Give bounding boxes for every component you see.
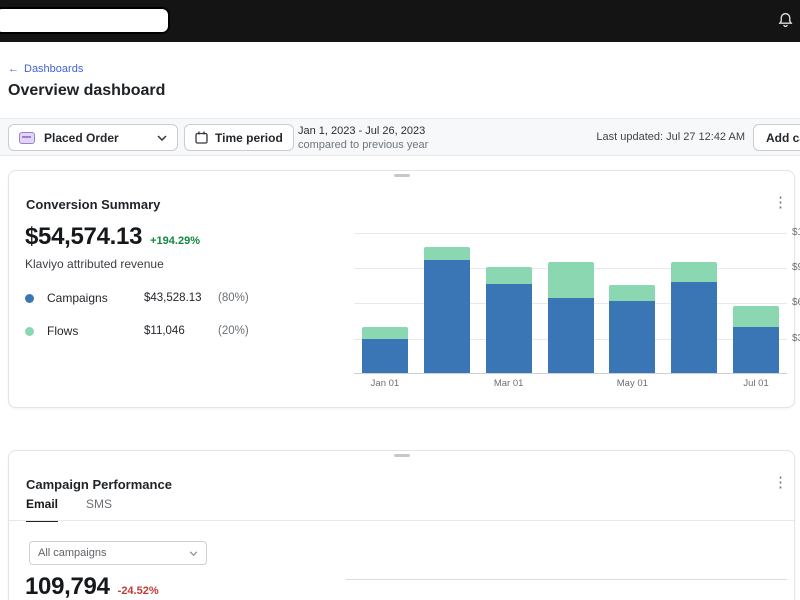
stacked-bar-jan[interactable] <box>361 327 408 373</box>
recipients-delta: -24.52% <box>117 585 159 597</box>
chart-legend: Campaigns $43,528.13 (80%) Flows $11,046… <box>25 291 249 338</box>
breadcrumb[interactable]: ← Dashboards <box>8 63 83 75</box>
flows-segment <box>547 262 594 298</box>
stacked-bar-jul[interactable] <box>733 305 780 373</box>
legend-row-campaigns[interactable]: Campaigns $43,528.13 (80%) <box>25 291 249 305</box>
y-axis-tick: $12K <box>792 226 800 238</box>
metric-selector-button[interactable]: Placed Order <box>8 124 178 151</box>
tab-divider <box>9 520 794 521</box>
x-axis-tick: Mar 01 <box>493 378 524 389</box>
campaigns-segment <box>671 282 718 373</box>
flows-segment <box>361 327 408 339</box>
time-period-label: Time period <box>215 130 283 145</box>
topbar <box>0 0 800 42</box>
stacked-bar-feb[interactable] <box>423 247 470 373</box>
date-range: Jan 1, 2023 - Jul 26, 2023 <box>298 125 426 137</box>
flows-segment <box>733 305 780 328</box>
dropdown-value: All campaigns <box>38 547 107 559</box>
x-axis-tick: May 01 <box>616 378 648 389</box>
campaigns-segment <box>733 327 780 373</box>
card-title: Conversion Summary <box>26 197 161 212</box>
campaigns-dot-icon <box>25 293 34 303</box>
add-card-button[interactable]: Add card <box>753 124 800 151</box>
flows-segment <box>609 284 656 302</box>
card-drag-handle[interactable] <box>393 454 410 457</box>
metric-label: Placed Order <box>44 130 119 145</box>
flows-dot-icon <box>25 326 34 336</box>
campaigns-segment <box>423 260 470 373</box>
stacked-bar-may[interactable] <box>609 284 656 373</box>
campaigns-segment <box>547 297 594 373</box>
flows-segment <box>485 267 532 284</box>
card-drag-handle[interactable] <box>393 174 410 177</box>
page-title: Overview dashboard <box>8 82 166 99</box>
date-range-block: Jan 1, 2023 - Jul 26, 2023 compared to p… <box>298 124 428 152</box>
last-updated: Last updated: Jul 27 12:42 AM <box>596 131 745 143</box>
back-arrow-icon: ← <box>8 63 19 75</box>
campaigns-segment <box>485 283 532 373</box>
time-period-button[interactable]: Time period <box>184 124 294 151</box>
dashboard-toolbar: Placed Order Time period Jan 1, 2023 - J… <box>0 118 800 156</box>
chevron-down-icon <box>189 550 198 556</box>
conversion-summary-card: Conversion Summary ⋮ $54,574.13 +194.29%… <box>8 170 800 408</box>
channel-tabs: Email SMS <box>26 497 112 522</box>
notification-bell-icon[interactable] <box>777 11 794 34</box>
y-axis-tick: $9K <box>792 262 800 274</box>
breadcrumb-label: Dashboards <box>24 63 84 75</box>
campaigns-segment <box>609 301 656 373</box>
gridline <box>354 232 787 234</box>
x-axis-tick: Jul 01 <box>743 378 769 389</box>
conversion-chart-plot <box>354 221 787 374</box>
revenue-subtitle: Klaviyo attributed revenue <box>25 257 164 271</box>
y-axis-tick: $3K <box>792 332 800 344</box>
y-axis-tick: $6K <box>792 297 800 309</box>
flows-segment <box>671 262 718 283</box>
tab-sms[interactable]: SMS <box>86 497 112 522</box>
card-menu-icon[interactable]: ⋮ <box>773 475 788 490</box>
gridline <box>346 579 787 580</box>
calendar-icon <box>195 131 208 144</box>
chevron-down-icon <box>157 134 167 141</box>
stacked-bar-apr[interactable] <box>547 262 594 373</box>
card-menu-icon[interactable]: ⋮ <box>773 195 788 210</box>
total-revenue: $54,574.13 <box>25 223 143 250</box>
metric-icon <box>19 131 35 144</box>
x-axis-tick: Jan 01 <box>370 378 400 389</box>
compare-text: compared to previous year <box>298 139 429 151</box>
card-title: Campaign Performance <box>26 477 172 492</box>
flows-segment <box>423 247 470 261</box>
tab-email[interactable]: Email <box>26 497 59 522</box>
campaign-filter-dropdown[interactable]: All campaigns <box>29 541 207 565</box>
recipients-total: 109,794 <box>25 573 110 600</box>
stacked-bar-jun[interactable] <box>671 262 718 373</box>
campaigns-segment <box>361 338 408 373</box>
stacked-bar-mar[interactable] <box>485 267 532 373</box>
campaign-performance-card: Campaign Performance ⋮ Email SMS All cam… <box>8 450 795 600</box>
x-axis-labels: Jan 01 Mar 01 May 01 Jul 01 <box>354 378 787 392</box>
revenue-bar-chart: Jan 01 Mar 01 May 01 Jul 01 $12K $9K $6K $3K <box>346 221 800 401</box>
legend-row-flows[interactable]: Flows $11,046 (20%) <box>25 324 249 338</box>
revenue-delta: +194.29% <box>150 235 200 247</box>
search-input[interactable] <box>0 7 170 34</box>
